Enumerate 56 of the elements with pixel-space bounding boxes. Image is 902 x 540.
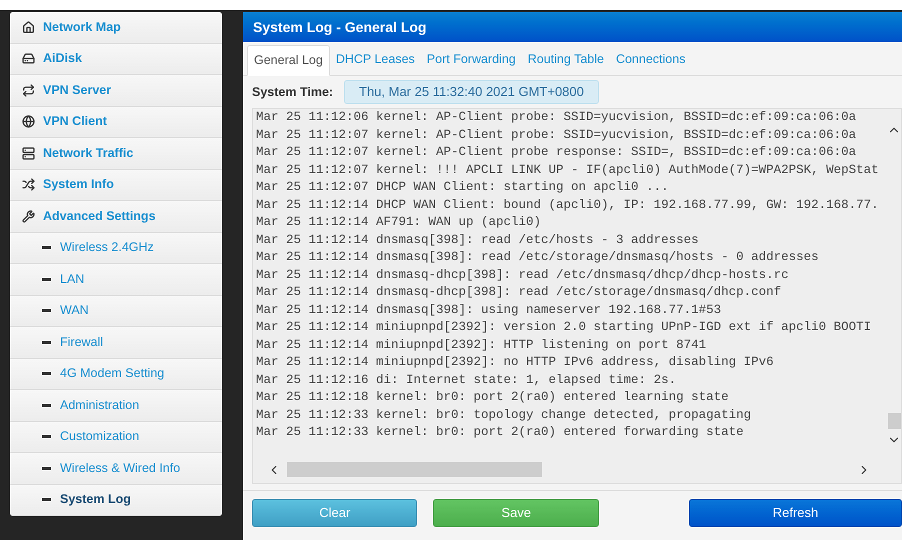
dash-icon	[42, 435, 51, 438]
tab[interactable]: Port Forwarding	[420, 44, 522, 75]
scroll-thumb[interactable]	[888, 413, 901, 429]
sidebar-item[interactable]: Wireless 2.4GHz	[10, 232, 222, 264]
dash-icon	[42, 466, 51, 470]
log-line: Mar 25 11:12:14 dnsmasq[398]: read /etc/storage/dnsmasq/hosts - 0 addresses	[256, 249, 819, 266]
panel-header: System Log - General Log	[243, 12, 902, 42]
sidebar-item[interactable]: 4G Modem Setting	[10, 358, 222, 390]
save-button[interactable]: Save	[433, 499, 599, 527]
tab[interactable]: DHCP Leases	[330, 44, 421, 75]
refresh-button[interactable]: Refresh	[688, 499, 902, 527]
dash-icon	[42, 309, 51, 312]
log-line: Mar 25 11:12:14 miniupnpd[2392]: HTTP listening on port 8741	[256, 336, 706, 354]
dash-icon	[42, 278, 51, 281]
log-line: Mar 25 11:12:33 kernel: br0: port 2(ra0) entered forwarding state	[256, 424, 744, 441]
sidebar-item[interactable]: System Log	[10, 484, 222, 516]
system-time-label: System Time:	[252, 84, 334, 101]
log-line: Mar 25 11:12:07 kernel: AP-Client probe response: SSID=, BSSID=dc:ef:09:ca:06:0a	[256, 144, 856, 161]
log-line: Mar 25 11:12:14 AF791: WAN up (apcli0)	[256, 214, 542, 231]
log-line: Mar 25 11:12:14 dnsmasq-dhcp[398]: read /etc/storage/dnsmasq/dhcp.conf	[256, 284, 782, 301]
clear-button[interactable]: Clear	[252, 499, 418, 527]
dash-icon	[42, 498, 51, 502]
scroll-thumb[interactable]	[287, 462, 542, 477]
log-line: Mar 25 11:12:14 miniupnpd[2392]: no HTTP IPv6 address, disabling IPv6	[256, 354, 774, 371]
log-line: Mar 25 11:12:14 dnsmasq-dhcp[398]: read /etc/dnsmasq/dhcp/dhcp-hosts.rc	[256, 266, 789, 284]
log-line: Mar 25 11:12:07 kernel: !!! APCLI LINK UP - IF(apcli0) AuthMode(7)=WPA2PSK, WepStat	[256, 162, 879, 178]
tab[interactable]: Connections	[610, 44, 692, 75]
log-line: Mar 25 11:12:07 DHCP WAN Client: starting on apcli0 ...	[256, 179, 669, 196]
globe-icon	[22, 115, 35, 128]
log-line: Mar 25 11:12:18 kernel: br0: port 2(ra0) entered learning state	[256, 389, 729, 406]
log-line: Mar 25 11:12:14 miniupnpd[2392]: version 2.0 starting UPnP-IGD ext if apcli0 BOOTI	[256, 319, 872, 336]
sidebar-item[interactable]: AiDisk	[10, 44, 222, 75]
repeat-icon	[22, 84, 35, 97]
sidebar-item[interactable]: WAN	[10, 296, 222, 327]
server-icon	[22, 146, 35, 160]
system-time-value: Thu, Mar 25 11:32:40 2021 GMT+0800	[344, 80, 599, 104]
log-line: Mar 25 11:12:06 kernel: AP-Client probe: SSID=yucvision, BSSID=dc:ef:09:ca:06:0a	[256, 109, 856, 126]
wrench-icon	[22, 210, 35, 223]
sidebar-item[interactable]: VPN Client	[10, 106, 222, 138]
sidebar-item[interactable]: Network Map	[10, 12, 222, 44]
dash-icon	[42, 404, 51, 407]
dash-icon	[42, 372, 51, 376]
sidebar-item[interactable]: System Info	[10, 170, 222, 201]
tab[interactable]: Routing Table	[522, 44, 610, 75]
log-line: Mar 25 11:12:07 kernel: AP-Client probe: SSID=yucvision, BSSID=dc:ef:09:ca:06:0a	[256, 126, 856, 144]
dash-icon	[42, 246, 51, 250]
log-line: Mar 25 11:12:16 di: Internet state: 1, elapsed time: 2s.	[256, 372, 676, 388]
log-line: Mar 25 11:12:33 kernel: br0: topology change detected, propagating	[256, 406, 752, 424]
home-icon	[22, 20, 35, 34]
dash-icon	[42, 340, 51, 344]
log-line: Mar 25 11:12:14 dnsmasq[398]: using nameserver 192.168.77.1#53	[256, 302, 722, 318]
shuffle-icon	[22, 178, 35, 192]
tab[interactable]: General Log	[247, 45, 330, 76]
sidebar-item[interactable]: Customization	[10, 422, 222, 453]
log-line: Mar 25 11:12:14 dnsmasq[398]: read /etc/hosts - 3 addresses	[256, 232, 699, 248]
log-line: Mar 25 11:12:14 DHCP WAN Client: bound (apcli0), IP: 192.168.77.99, GW: 192.168.77.	[256, 196, 879, 214]
